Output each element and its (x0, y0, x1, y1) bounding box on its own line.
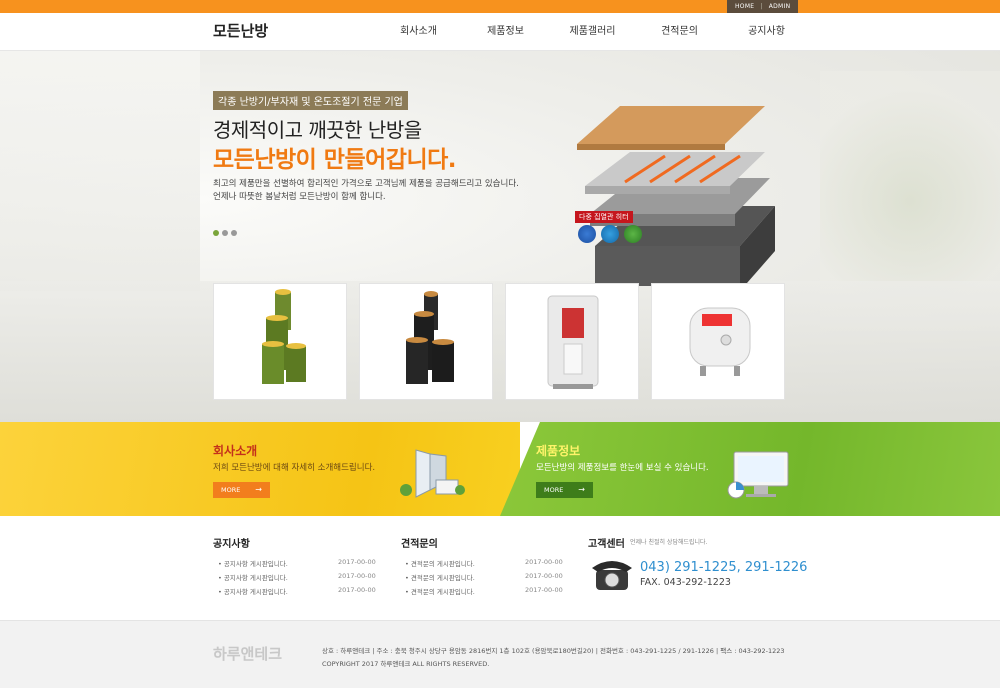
product-card[interactable] (359, 283, 493, 400)
notice-title[interactable]: 공지사항 (213, 535, 250, 550)
notice-item[interactable]: • 공지사항 게시판입니다. (218, 586, 288, 596)
footer-logo: 하루앤테크 (213, 645, 283, 663)
hero-background-cabinet (0, 51, 200, 291)
notice-item-date: 2017-00-00 (338, 572, 376, 580)
intro-banners: 회사소개 저희 모든난방에 대해 자세히 소개해드립니다. MORE 제품정보 … (0, 422, 1000, 516)
certification-icon (601, 225, 619, 243)
board-section: 공지사항 • 공지사항 게시판입니다. 2017-00-00 • 공지사항 게시… (0, 516, 1000, 620)
nav-item-gallery[interactable]: 제품갤러리 (549, 13, 636, 51)
hero-headline-line2: 모든난방이 만들어갑니다. (213, 147, 457, 173)
heating-film-roll-black-icon (406, 291, 454, 384)
company-banner-title: 회사소개 (213, 444, 258, 458)
floor-heating-layers-image (577, 106, 775, 286)
water-heater-icon (689, 307, 751, 376)
slider-dot-1[interactable] (213, 230, 219, 236)
telephone-icon (592, 561, 632, 590)
estimate-item[interactable]: • 견적문의 게시판입니다. (405, 558, 475, 568)
estimate-item[interactable]: • 견적문의 게시판입니다. (405, 586, 475, 596)
product-card[interactable] (651, 283, 785, 400)
certification-icon (624, 225, 642, 243)
home-link[interactable]: HOME (735, 3, 754, 10)
electric-boiler-icon (547, 295, 599, 389)
estimate-item-text: 견적문의 게시판입니다. (410, 588, 475, 596)
product-card[interactable] (505, 283, 639, 400)
nav-item-company[interactable]: 회사소개 (375, 13, 462, 51)
certification-icon (578, 225, 596, 243)
footer-company-info: 상호 : 하루앤테크 | 주소 : 충북 청주시 상당구 용암동 2816번지 … (322, 647, 785, 655)
notice-item-text: 공지사항 게시판입니다. (223, 560, 288, 568)
notice-item[interactable]: • 공지사항 게시판입니다. (218, 572, 288, 582)
hero-headline-line1: 경제적이고 깨끗한 난방을 (213, 118, 422, 142)
estimate-item-date: 2017-00-00 (525, 572, 563, 580)
product-banner-desc: 모든난방의 제품정보를 한눈에 보실 수 있습니다. (536, 463, 709, 473)
company-banner-desc: 저희 모든난방에 대해 자세히 소개해드립니다. (213, 463, 376, 473)
hero-tagline: 각종 난방기/부자재 및 온도조절기 전문 기업 (213, 91, 408, 110)
notice-item[interactable]: • 공지사항 게시판입니다. (218, 558, 288, 568)
estimate-item-date: 2017-00-00 (525, 558, 563, 566)
hero-description: 최고의 제품만을 선별하여 합리적인 가격으로 고객님께 제품을 공급해드리고 … (213, 178, 519, 204)
estimate-item-date: 2017-00-00 (525, 586, 563, 594)
notice-item-date: 2017-00-00 (338, 558, 376, 566)
notice-item-text: 공지사항 게시판입니다. (223, 574, 288, 582)
site-logo[interactable]: 모든난방 (213, 20, 268, 41)
hero-slider: 각종 난방기/부자재 및 온도조절기 전문 기업 경제적이고 깨끗한 난방을 모… (0, 51, 1000, 422)
estimate-title[interactable]: 견적문의 (401, 535, 438, 550)
product-badge: 다중 집열관 히터 (575, 211, 633, 223)
utility-separator: | (760, 3, 763, 10)
admin-link[interactable]: ADMIN (769, 3, 791, 10)
estimate-item[interactable]: • 견적문의 게시판입니다. (405, 572, 475, 582)
product-more-button[interactable]: MORE (536, 482, 593, 498)
monitor-icon (727, 451, 789, 499)
footer-copyright: COPYRIGHT 2017 하루앤테크 ALL RIGHTS RESERVED… (322, 660, 490, 668)
cs-phone-number: 043) 291-1225, 291-1226 (640, 560, 808, 575)
main-nav: 회사소개 제품정보 제품갤러리 견적문의 공지사항 (375, 13, 810, 51)
cs-fax-number: FAX. 043-292-1223 (640, 577, 731, 588)
product-banner-title: 제품정보 (536, 444, 581, 458)
nav-item-estimate[interactable]: 견적문의 (636, 13, 723, 51)
hero-description-line1: 최고의 제품만을 선별하여 합리적인 가격으로 고객님께 제품을 공급해드리고 … (213, 179, 519, 189)
cs-title: 고객센터 (588, 539, 625, 550)
estimate-item-text: 견적문의 게시판입니다. (410, 574, 475, 582)
nav-item-notice[interactable]: 공지사항 (723, 13, 810, 51)
product-card[interactable] (213, 283, 347, 400)
slider-dots (213, 230, 237, 236)
notice-item-date: 2017-00-00 (338, 586, 376, 594)
utility-links: HOME | ADMIN (727, 0, 799, 13)
company-more-button[interactable]: MORE (213, 482, 270, 498)
notice-item-text: 공지사항 게시판입니다. (223, 588, 288, 596)
nav-item-products[interactable]: 제품정보 (462, 13, 549, 51)
cs-subtitle: 언제나 친절히 상담해드립니다. (630, 539, 708, 546)
hero-description-line2: 언제나 따뜻한 봄날처럼 모든난방이 함께 합니다. (213, 192, 386, 202)
slider-dot-2[interactable] (222, 230, 228, 236)
site-footer: 하루앤테크 상호 : 하루앤테크 | 주소 : 충북 청주시 상당구 용암동 2… (0, 620, 1000, 688)
heating-film-roll-green-icon (262, 289, 306, 384)
hero-background-floor (0, 281, 1000, 422)
slider-dot-3[interactable] (231, 230, 237, 236)
top-bar: HOME | ADMIN (0, 0, 1000, 13)
estimate-item-text: 견적문의 게시판입니다. (410, 560, 475, 568)
site-header: 모든난방 회사소개 제품정보 제품갤러리 견적문의 공지사항 (0, 13, 1000, 51)
building-icon (400, 449, 465, 498)
